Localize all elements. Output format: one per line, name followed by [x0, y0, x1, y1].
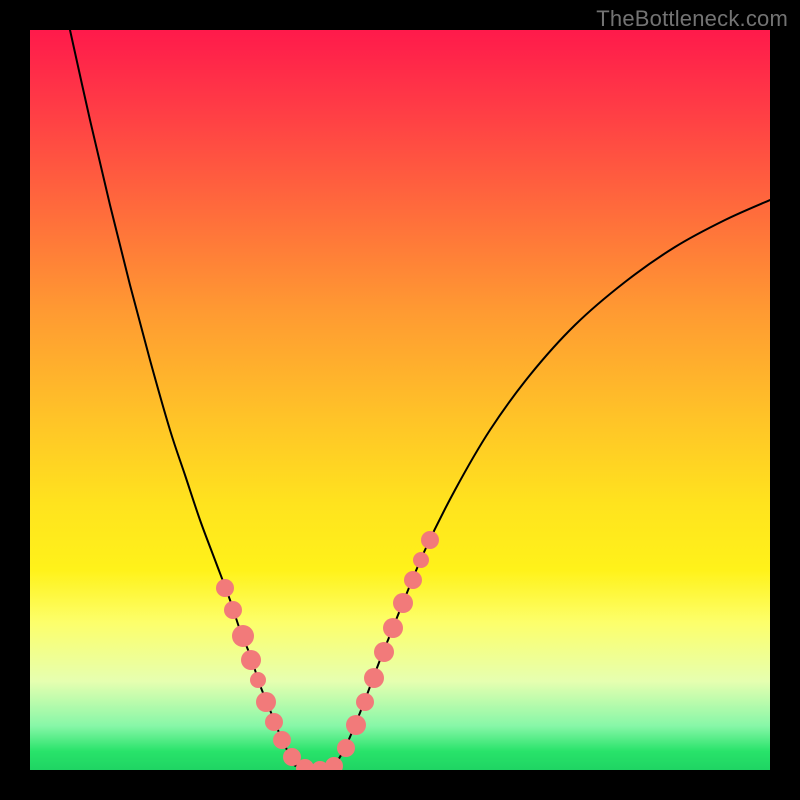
watermark-text: TheBottleneck.com [596, 6, 788, 32]
chart-frame: TheBottleneck.com [0, 0, 800, 800]
highlight-dot [232, 625, 254, 647]
highlight-dot [224, 601, 242, 619]
highlight-dot [421, 531, 439, 549]
highlight-dot [404, 571, 422, 589]
highlight-dot [250, 672, 266, 688]
highlight-dot [383, 618, 403, 638]
highlight-dot [325, 757, 343, 770]
highlight-dot [216, 579, 234, 597]
highlight-dot [273, 731, 291, 749]
highlight-dot [413, 552, 429, 568]
highlight-dot [393, 593, 413, 613]
highlight-dot [356, 693, 374, 711]
highlight-dot [241, 650, 261, 670]
highlight-dot [346, 715, 366, 735]
highlight-dot [364, 668, 384, 688]
plot-area [30, 30, 770, 770]
highlight-dot [374, 642, 394, 662]
chart-svg [30, 30, 770, 770]
highlight-dot [337, 739, 355, 757]
highlight-dot [256, 692, 276, 712]
highlight-dot [265, 713, 283, 731]
bottleneck-curve [70, 30, 770, 770]
